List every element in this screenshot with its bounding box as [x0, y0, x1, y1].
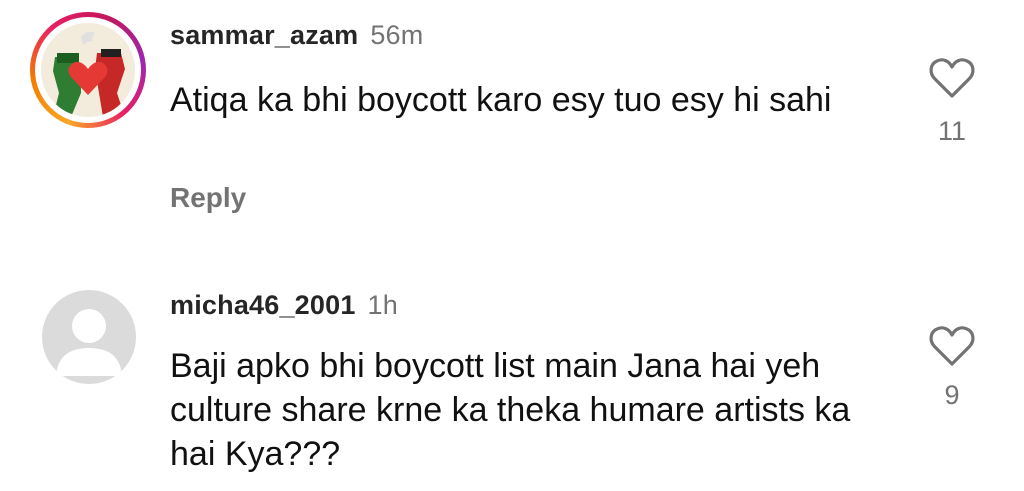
comment-text: Baji apko bhi boycott list main Jana hai…: [170, 347, 851, 473]
default-avatar-icon: [56, 309, 122, 376]
comment-text: Atiqa ka bhi boycott karo esy tuo esy hi…: [170, 81, 832, 119]
username-link[interactable]: micha46_2001: [170, 290, 356, 320]
comment-item: sammar_azam 56m Atiqa ka bhi boycott karo…: [0, 0, 1024, 250]
heart-icon: [929, 326, 975, 366]
like-count: 11: [937, 116, 967, 146]
avatar-image: [41, 23, 135, 117]
comment-timestamp: 56m: [370, 20, 424, 50]
username-link[interactable]: sammar_azam: [170, 20, 358, 50]
like-button[interactable]: [928, 56, 976, 100]
like-button[interactable]: [928, 324, 976, 368]
comment-header: sammar_azam 56m: [170, 20, 423, 51]
comment-header: micha46_2001 1h: [170, 290, 398, 321]
story-ring-avatar[interactable]: [30, 12, 146, 128]
comment-timestamp: 1h: [367, 290, 398, 320]
heart-icon: [929, 58, 975, 98]
like-count: 9: [944, 380, 960, 410]
avatar[interactable]: [42, 290, 136, 384]
comment-item: micha46_2001 1h Baji apko bhi boycott lis…: [0, 250, 1024, 491]
reply-button[interactable]: Reply: [170, 182, 246, 214]
